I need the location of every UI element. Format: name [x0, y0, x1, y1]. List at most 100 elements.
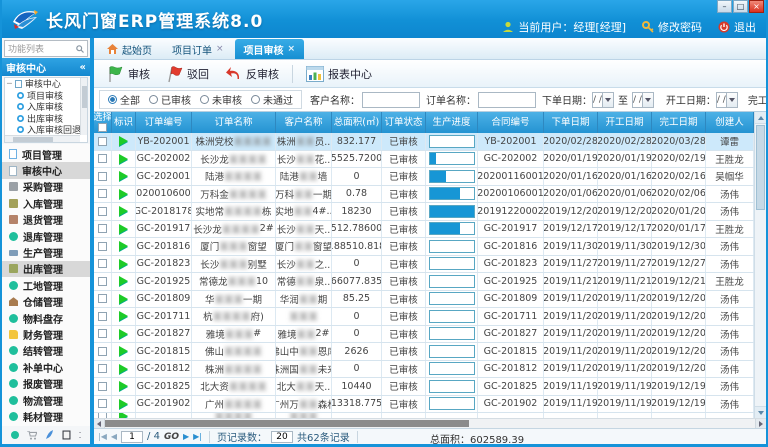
select-all-checkbox[interactable] — [98, 123, 107, 132]
table-vertical-scrollbar[interactable] — [754, 112, 766, 418]
row-checkbox[interactable] — [98, 399, 107, 408]
radio-未通过[interactable]: 未通过 — [251, 92, 293, 107]
radio-未审核[interactable]: 未审核 — [200, 92, 242, 107]
row-checkbox[interactable] — [98, 154, 107, 163]
header-开工日期[interactable]: 开工日期 — [598, 112, 652, 133]
header-选择[interactable]: 选择 — [94, 112, 112, 133]
table-row[interactable]: GC-201825北大资某某某某北大某某天..10440已审核GC-201825… — [94, 378, 754, 396]
tab-close-icon[interactable]: × — [216, 44, 224, 54]
sidebar-item-入库管理[interactable]: 入库管理 — [2, 195, 90, 211]
header-订单编号[interactable]: 订单编号 — [136, 112, 192, 133]
start-date-input[interactable]: / / — [716, 92, 738, 108]
prev-page-button[interactable]: ◀ — [111, 433, 117, 441]
row-checkbox[interactable] — [98, 294, 107, 303]
sidebar-item-生产管理[interactable]: 生产管理 — [2, 244, 90, 260]
table-row[interactable]: GC-201809华某某某一期华润某某期85.25已审核GC-201809201… — [94, 291, 754, 309]
table-row[interactable]: GC-201827雅境某某某#雅境某某2#0已审核GC-2018272019/1… — [94, 326, 754, 344]
header-完工日期[interactable]: 完工日期 — [652, 112, 706, 133]
calendar-dropdown-icon[interactable] — [642, 93, 653, 107]
maximize-button[interactable]: □ — [733, 0, 748, 13]
scroll-up-button[interactable] — [755, 112, 766, 124]
table-row[interactable]: 某某某某某某某 — [94, 413, 754, 418]
page-number-input[interactable] — [121, 431, 143, 443]
change-password-button[interactable]: 修改密码 — [642, 19, 702, 35]
logout-button[interactable]: 退出 — [718, 19, 756, 35]
status-dot-icon[interactable] — [11, 431, 19, 439]
table-row[interactable]: GC-202001陆港某某某某陆港某某墙0已审核202001160012020/… — [94, 168, 754, 186]
minimize-button[interactable]: – — [717, 0, 732, 13]
go-button[interactable]: GO — [164, 432, 179, 442]
close-button[interactable]: × — [749, 0, 764, 13]
tree-expander-icon[interactable]: ─ — [7, 79, 12, 88]
sidebar-item-项目管理[interactable]: 项目管理 — [2, 146, 90, 162]
row-checkbox[interactable] — [98, 347, 107, 356]
row-checkbox[interactable] — [98, 413, 107, 418]
sidebar-item-工地管理[interactable]: 工地管理 — [2, 277, 90, 293]
report-center-button[interactable]: 报表中心 — [301, 64, 377, 84]
table-row[interactable]: GC-201815佛山某某某某佛山中某某恩库2626已审核GC-20181520… — [94, 343, 754, 361]
calendar-dropdown-icon[interactable] — [602, 93, 613, 107]
unaudit-button[interactable]: 反审核 — [220, 64, 284, 84]
sidebar-item-出库管理[interactable]: 出库管理 — [2, 261, 90, 277]
sidebar-item-物流管理[interactable]: 物流管理 — [2, 392, 90, 408]
sidebar-item-结转管理[interactable]: 结转管理 — [2, 343, 90, 359]
table-horizontal-scrollbar[interactable] — [94, 418, 766, 428]
scrollbar-thumb[interactable] — [13, 137, 53, 142]
page-size-input[interactable] — [271, 431, 293, 443]
customer-name-input[interactable] — [362, 92, 420, 108]
table-row[interactable]: GC-202002长沙龙某某某某长沙某某花..65525.7200..已审核GC… — [94, 151, 754, 169]
row-checkbox[interactable] — [98, 329, 107, 338]
collapse-icon[interactable]: « — [80, 62, 86, 73]
scroll-down-button[interactable] — [755, 406, 766, 418]
scrollbar-track[interactable] — [105, 419, 755, 428]
feather-icon[interactable] — [45, 430, 54, 440]
radio-全部[interactable]: 全部 — [108, 92, 140, 107]
table-row[interactable]: GC-201823长沙某某某别墅长沙某某之..0已审核GC-2018232019… — [94, 256, 754, 274]
more-dots-icon[interactable]: ⁚ — [79, 431, 82, 440]
function-search-input[interactable]: 功能列表 — [4, 40, 88, 57]
first-page-button[interactable]: |◀ — [98, 433, 107, 441]
book-icon[interactable] — [62, 430, 71, 440]
tab-project-audit[interactable]: 项目审核 × — [235, 39, 305, 59]
next-page-button[interactable]: ▶ — [183, 433, 189, 441]
tree-vertical-scrollbar[interactable] — [80, 78, 87, 135]
order-name-input[interactable] — [478, 92, 536, 108]
sidebar-item-退货管理[interactable]: 退货管理 — [2, 212, 90, 228]
header-订单状态[interactable]: 订单状态 — [382, 112, 426, 133]
scroll-left-button[interactable] — [94, 419, 105, 428]
row-checkbox[interactable] — [98, 189, 107, 198]
table-row[interactable]: GC-201902广州某某某某广州万某某森林13318.775已审核GC-201… — [94, 396, 754, 414]
sidebar-item-物料盘存[interactable]: 物料盘存 — [2, 310, 90, 326]
row-checkbox[interactable] — [98, 242, 107, 251]
tab-close-icon[interactable]: × — [288, 44, 296, 54]
order-date-from-input[interactable]: / / — [592, 92, 614, 108]
sidebar-item-审核中心[interactable]: 审核中心 — [2, 162, 90, 178]
table-row[interactable]: GC-201925常德龙某某某10常德某某泉..266077.835..已审核G… — [94, 273, 754, 291]
last-page-button[interactable]: ▶| — [193, 433, 202, 441]
table-row[interactable]: GC-201917长沙龙某某某某2#长沙某某天..8512.78600..已审核… — [94, 221, 754, 239]
sidebar-item-退库管理[interactable]: 退库管理 — [2, 228, 90, 244]
row-checkbox[interactable] — [98, 277, 107, 286]
scroll-right-button[interactable] — [755, 419, 766, 428]
table-row[interactable]: YB-202001株洲党校某某某某株洲某某员..832.177已审核YB-202… — [94, 133, 754, 151]
row-checkbox[interactable] — [98, 382, 107, 391]
row-checkbox[interactable] — [98, 172, 107, 181]
row-checkbox[interactable] — [98, 312, 107, 321]
table-row[interactable]: GC-201812株洲某某某某株洲国某某未来0已审核GC-2018122019/… — [94, 361, 754, 379]
header-客户名称[interactable]: 客户名称 — [276, 112, 332, 133]
tree-item[interactable]: 入库审核回退 — [5, 124, 87, 136]
tab-home[interactable]: 起始页 — [98, 39, 161, 59]
calendar-dropdown-icon[interactable] — [726, 93, 737, 107]
sidebar-panel-header[interactable]: 审核中心 « — [2, 58, 90, 76]
header-合同编号[interactable]: 合同编号 — [478, 112, 544, 133]
scrollbar-thumb[interactable] — [105, 420, 469, 427]
row-checkbox[interactable] — [98, 259, 107, 268]
header-订单名称[interactable]: 订单名称 — [192, 112, 276, 133]
reject-button[interactable]: 驳回 — [161, 63, 214, 85]
sidebar-item-耗材管理[interactable]: 耗材管理 — [2, 408, 90, 424]
header-下单日期[interactable]: 下单日期 — [544, 112, 598, 133]
scrollbar-thumb[interactable] — [756, 125, 765, 210]
sidebar-item-仓储管理[interactable]: 仓储管理 — [2, 294, 90, 310]
table-row[interactable]: GC-201816厦门某某某窗望厦门某某窗望188510.818已审核GC-20… — [94, 238, 754, 256]
tree-horizontal-scrollbar[interactable] — [5, 135, 80, 142]
